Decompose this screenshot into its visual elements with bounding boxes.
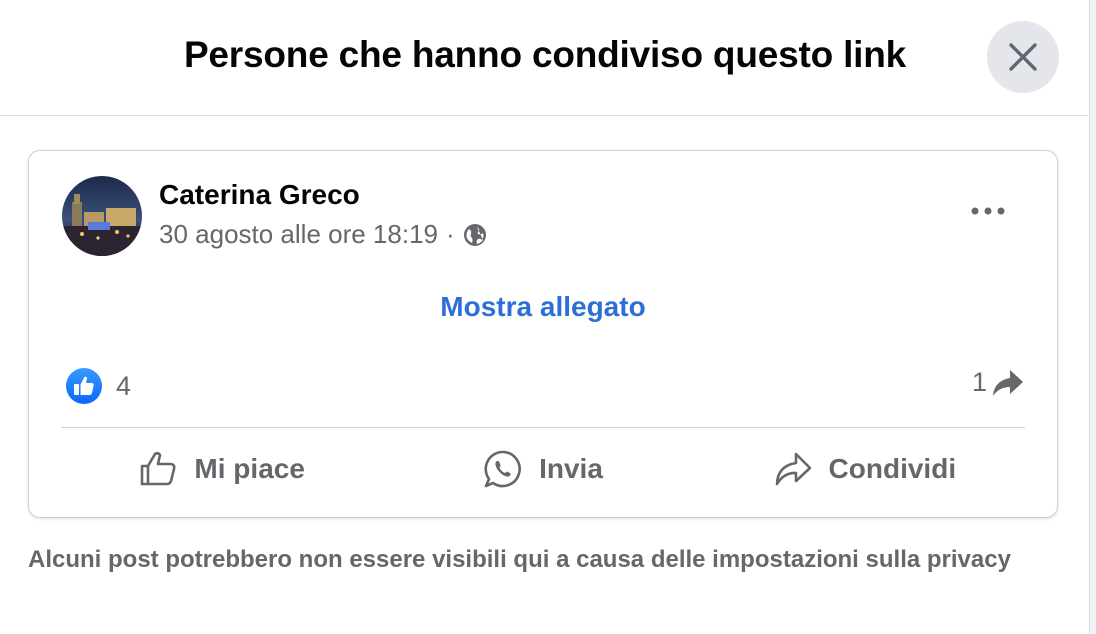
like-button[interactable]: Mi piace <box>61 437 382 501</box>
show-attachment-link[interactable]: Mostra allegato <box>29 291 1057 323</box>
close-button[interactable] <box>987 21 1059 93</box>
meta-separator: · <box>446 219 455 249</box>
dialog-header: Persone che hanno condiviso questo link <box>0 0 1090 116</box>
reactions-count: 4 <box>116 370 132 401</box>
background-strip <box>1090 0 1096 634</box>
post-actions: Mi piace Invia Condividi <box>61 437 1025 501</box>
send-label: Invia <box>539 453 603 484</box>
send-button[interactable]: Invia <box>382 437 703 501</box>
share-icon <box>775 452 811 486</box>
post-meta: 30 agosto alle ore 18:19 · <box>159 219 487 250</box>
close-icon <box>1009 43 1037 71</box>
privacy-note: Alcuni post potrebbero non essere visibi… <box>28 546 1011 573</box>
globe-icon[interactable] <box>463 223 487 247</box>
share-dialog: Persone che hanno condiviso questo link <box>0 0 1090 634</box>
avatar[interactable] <box>62 176 142 256</box>
like-reaction-icon <box>66 368 102 404</box>
actions-divider <box>61 427 1025 428</box>
whatsapp-icon <box>484 450 522 488</box>
like-icon <box>141 451 176 486</box>
shared-post-card: Caterina Greco 30 agosto alle ore 18:19 … <box>28 150 1058 518</box>
shares-summary[interactable]: 1 <box>972 367 1025 398</box>
post-timestamp[interactable]: 30 agosto alle ore 18:19 <box>159 219 438 250</box>
more-options-icon <box>971 207 1005 215</box>
share-button[interactable]: Condividi <box>704 437 1025 501</box>
avatar-image <box>62 176 142 256</box>
share-arrow-icon <box>993 369 1023 396</box>
more-options-button[interactable] <box>959 193 1017 229</box>
shares-count: 1 <box>971 367 987 397</box>
post-author[interactable]: Caterina Greco <box>159 179 360 211</box>
like-label: Mi piace <box>194 453 305 484</box>
dialog-title: Persone che hanno condiviso questo link <box>183 34 907 75</box>
reactions-summary[interactable]: 4 <box>65 367 131 405</box>
share-label: Condividi <box>828 453 957 484</box>
